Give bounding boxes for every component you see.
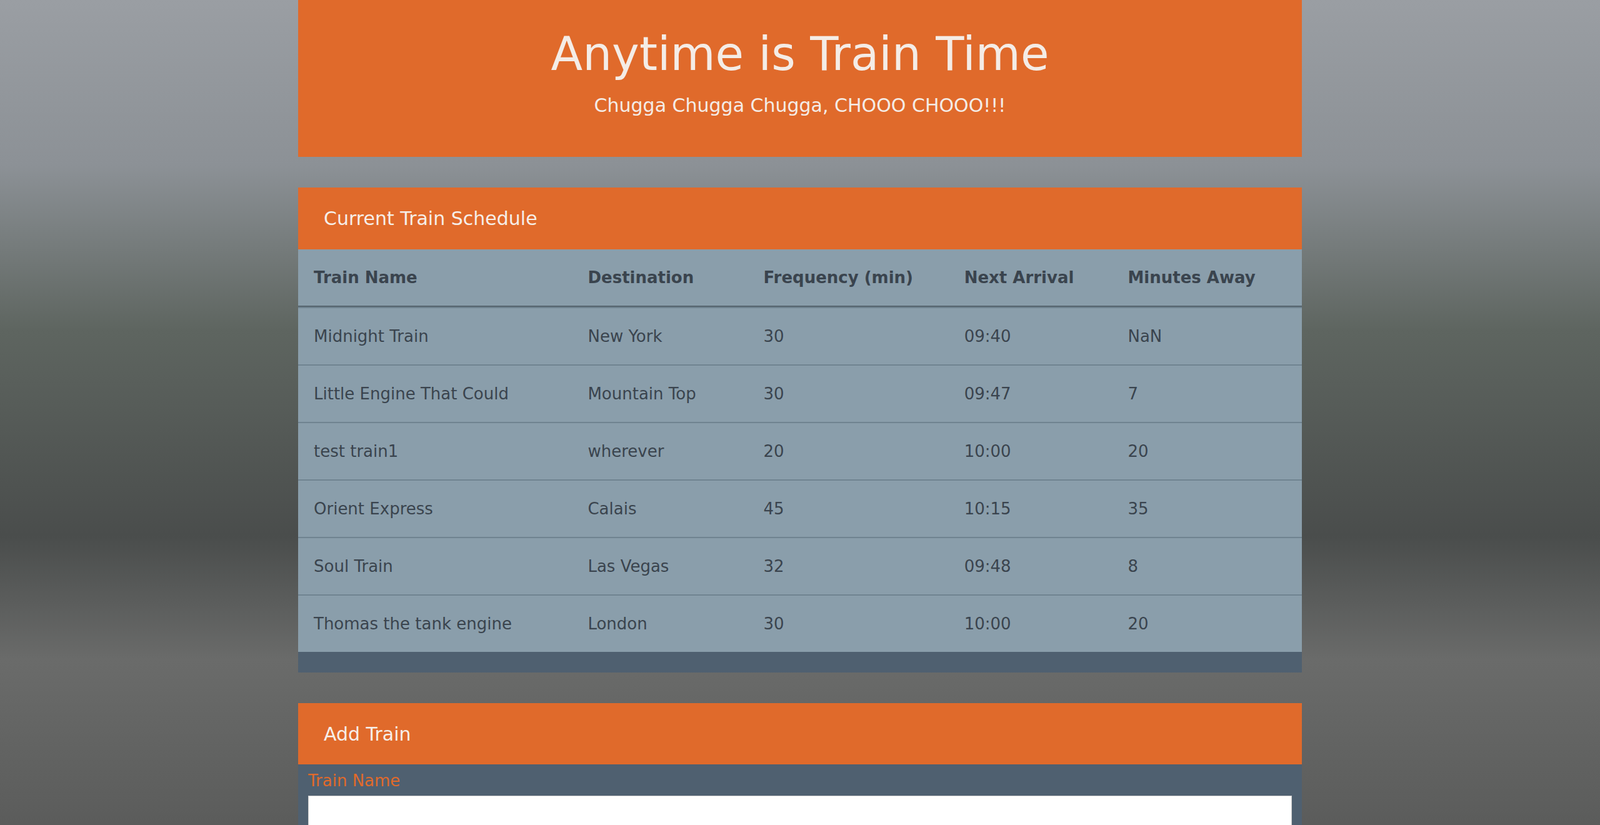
table-cell: Thomas the tank engine: [298, 595, 572, 652]
table-cell: 32: [747, 538, 949, 595]
table-row: Midnight TrainNew York3009:40NaN: [298, 306, 1302, 365]
train-name-input[interactable]: [308, 795, 1292, 825]
table-cell: Orient Express: [298, 480, 572, 537]
column-header: Next Arrival: [948, 249, 1113, 306]
table-cell: 30: [747, 595, 949, 652]
table-cell: 20: [1111, 423, 1302, 480]
table-cell: 09:40: [948, 308, 1113, 365]
table-row: Little Engine That CouldMountain Top3009…: [298, 364, 1302, 422]
table-cell: Las Vegas: [571, 538, 748, 595]
table-cell: Soul Train: [298, 538, 572, 595]
page: Anytime is Train Time Chugga Chugga Chugg…: [0, 0, 1600, 825]
column-header: Minutes Away: [1111, 249, 1302, 306]
table-cell: Calais: [571, 480, 748, 537]
column-header: Destination: [571, 249, 748, 306]
table-cell: NaN: [1111, 308, 1302, 365]
table-cell: London: [571, 595, 748, 652]
table-cell: 20: [1111, 595, 1302, 652]
page-subtitle: Chugga Chugga Chugga, CHOOO CHOOO!!!: [310, 94, 1290, 117]
container: Anytime is Train Time Chugga Chugga Chugg…: [298, 0, 1302, 825]
table-header-row: Train NameDestinationFrequency (min)Next…: [298, 249, 1302, 307]
table-cell: test train1: [298, 423, 572, 480]
table-cell: 35: [1111, 480, 1302, 537]
form-field: Train Name: [308, 770, 1292, 825]
field-label: Train Name: [308, 770, 1292, 792]
schedule-panel-footer: [298, 651, 1302, 673]
add-train-panel: Add Train Train Name: [298, 703, 1302, 825]
table-cell: 09:47: [948, 365, 1113, 422]
table-cell: 10:00: [948, 423, 1113, 480]
schedule-panel-title: Current Train Schedule: [323, 207, 538, 230]
table-cell: wherever: [571, 423, 748, 480]
table-cell: 20: [747, 423, 949, 480]
table-cell: 10:00: [948, 595, 1113, 652]
table-cell: Little Engine That Could: [298, 365, 572, 422]
table-cell: 45: [747, 480, 949, 537]
schedule-panel-header: Current Train Schedule: [298, 187, 1302, 250]
table-cell: 30: [747, 365, 949, 422]
table-cell: 09:48: [948, 538, 1113, 595]
add-train-panel-header: Add Train: [298, 703, 1302, 765]
add-train-form: Train Name: [298, 764, 1302, 825]
table-cell: 30: [747, 308, 949, 365]
table-row: Thomas the tank engineLondon3010:0020: [298, 594, 1302, 652]
add-train-panel-title: Add Train: [323, 723, 412, 745]
header: Anytime is Train Time Chugga Chugga Chugg…: [298, 0, 1302, 157]
table-cell: Midnight Train: [298, 308, 572, 365]
schedule-table: Train NameDestinationFrequency (min)Next…: [298, 249, 1302, 652]
schedule-panel: Current Train Schedule Train NameDestinat…: [298, 187, 1302, 673]
column-header: Train Name: [298, 249, 572, 306]
table-cell: Mountain Top: [571, 365, 748, 422]
table-cell: 10:15: [948, 480, 1113, 537]
page-title: Anytime is Train Time: [310, 27, 1290, 81]
table-cell: 8: [1111, 538, 1302, 595]
table-cell: 7: [1111, 365, 1302, 422]
table-row: Orient ExpressCalais4510:1535: [298, 479, 1302, 537]
table-cell: New York: [571, 308, 748, 365]
table-row: test train1wherever2010:0020: [298, 421, 1302, 480]
column-header: Frequency (min): [747, 249, 949, 306]
table-row: Soul TrainLas Vegas3209:488: [298, 536, 1302, 595]
